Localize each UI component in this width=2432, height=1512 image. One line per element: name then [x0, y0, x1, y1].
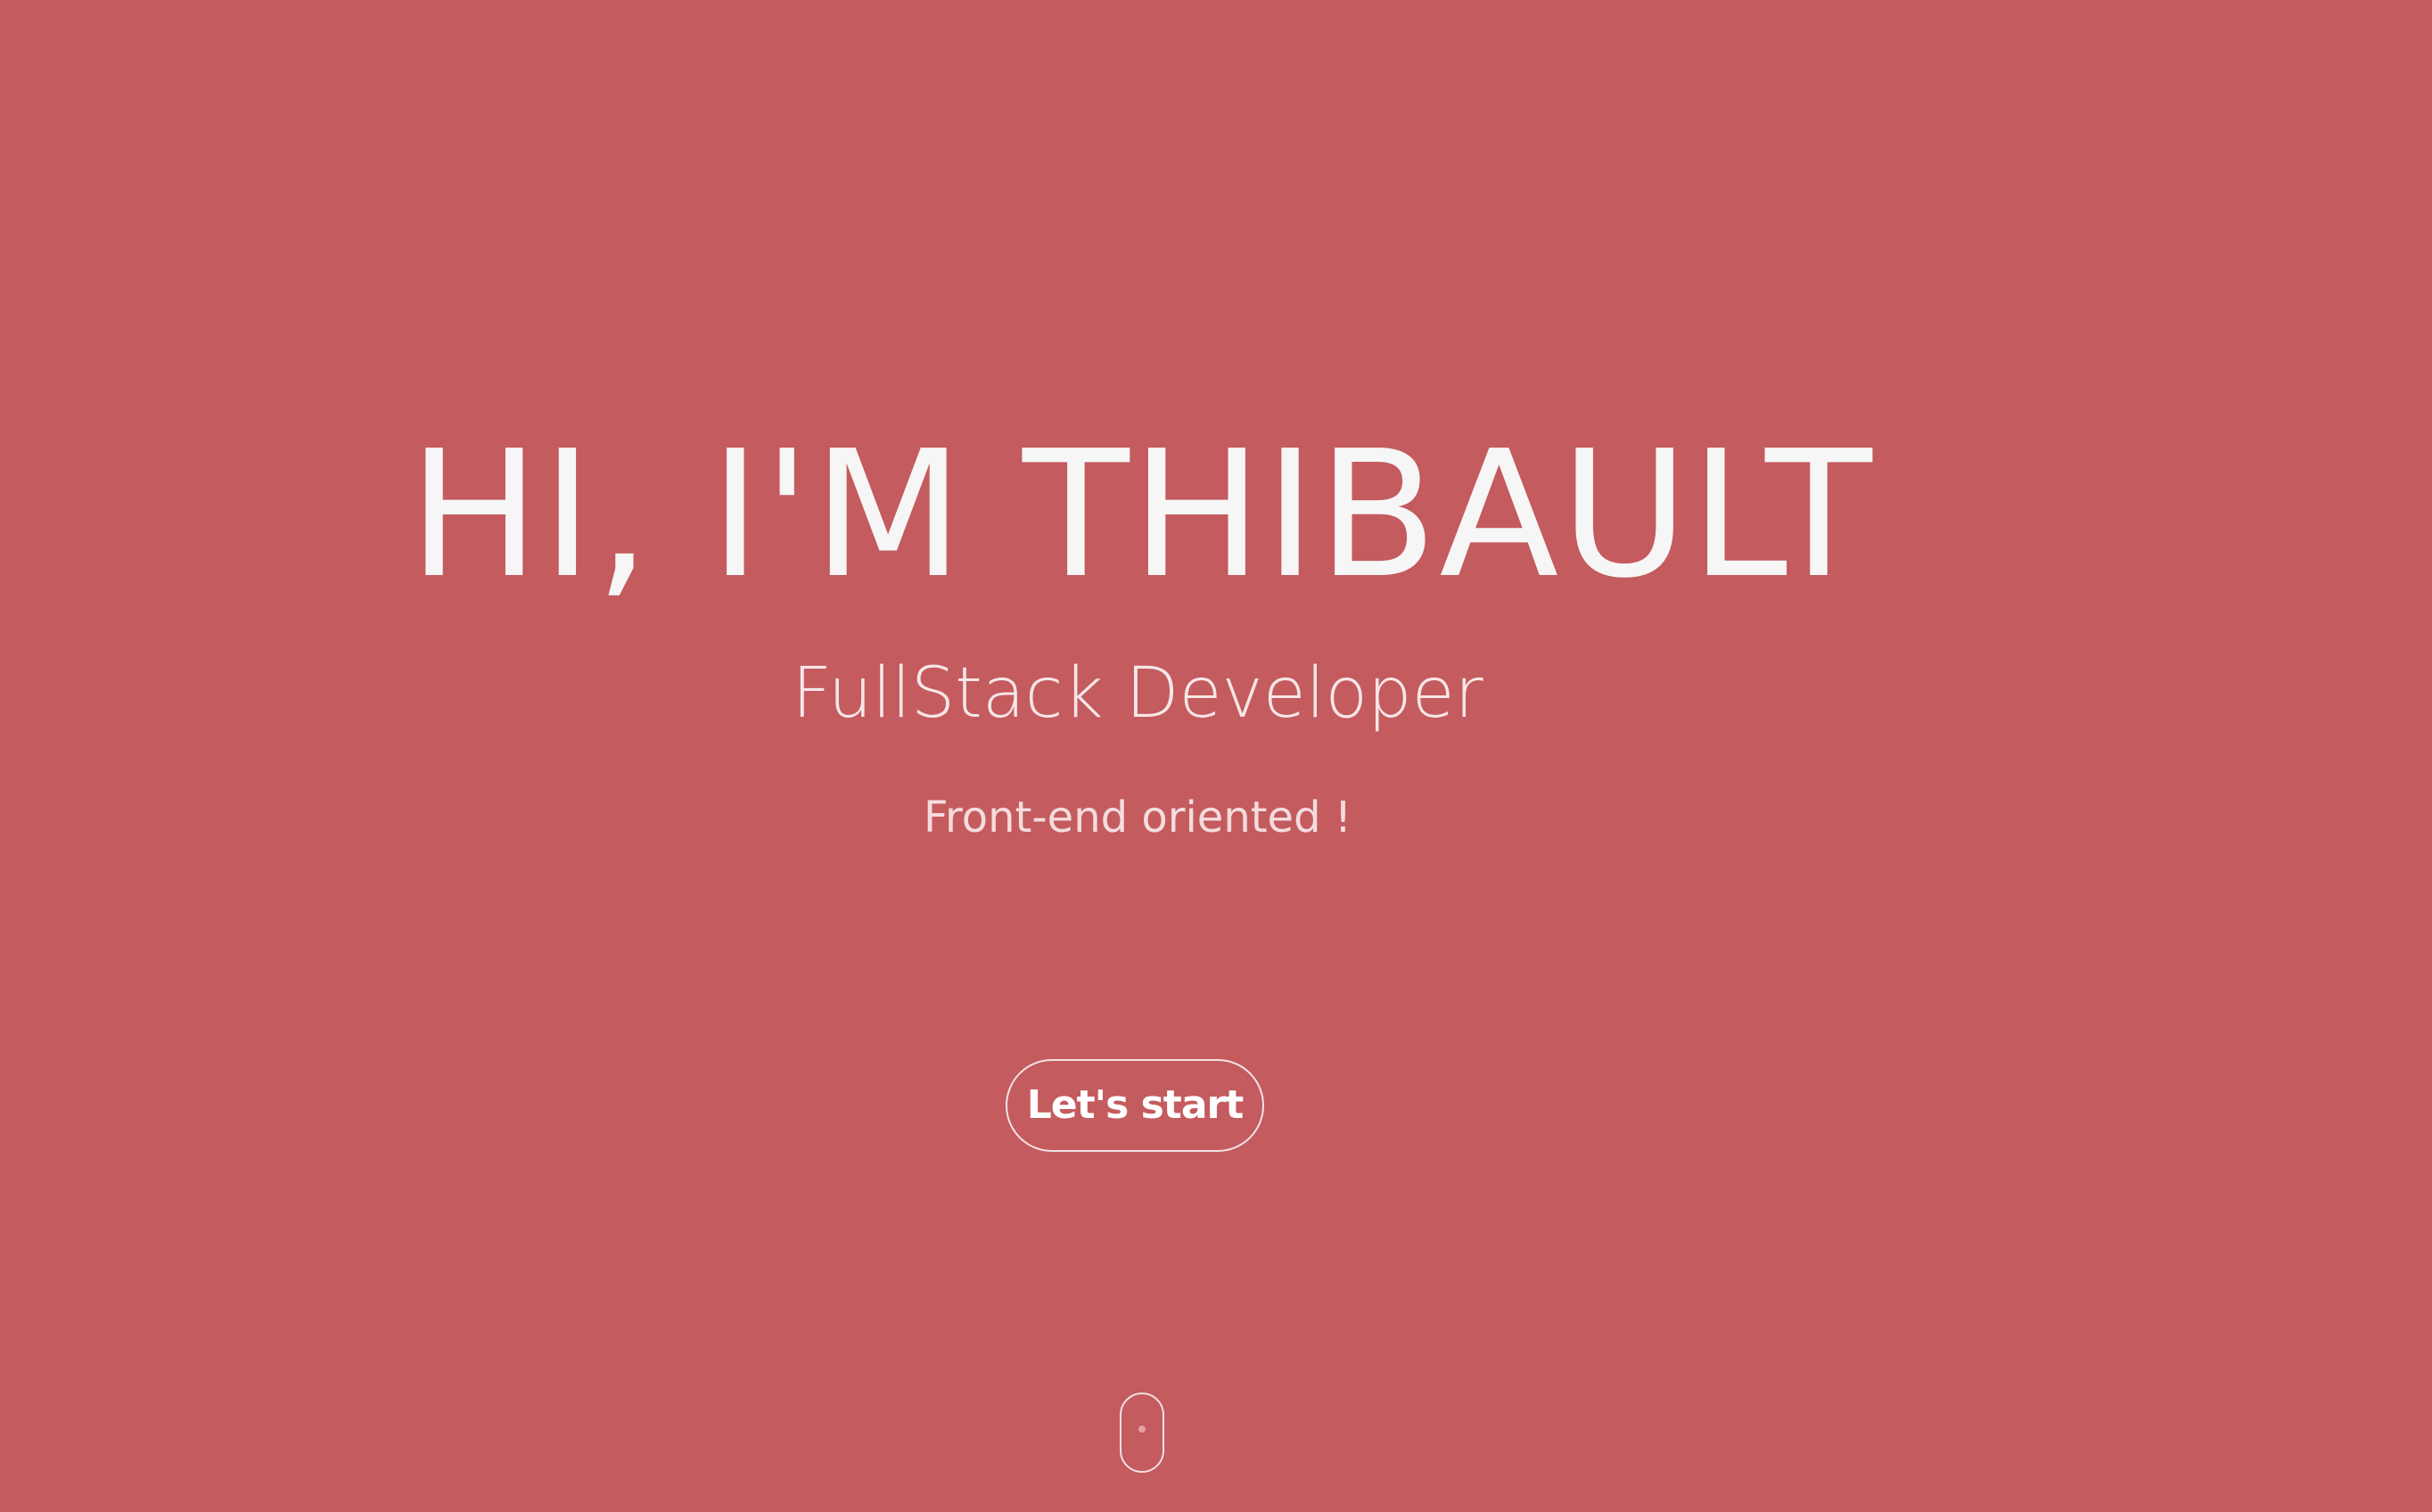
hero-tagline: Front-end oriented !: [923, 793, 1352, 842]
hero-title: HI, I'M THIBAULT: [408, 414, 1874, 617]
scroll-wheel-dot: [1138, 1426, 1146, 1433]
hero-subtitle: FullStack Developer: [792, 653, 1483, 734]
hero-section: HI, I'M THIBAULT FullStack Developer Fro…: [0, 0, 2432, 1512]
lets-start-button[interactable]: Let's start: [1006, 1059, 1264, 1152]
mouse-scroll-icon[interactable]: [1120, 1393, 1164, 1473]
